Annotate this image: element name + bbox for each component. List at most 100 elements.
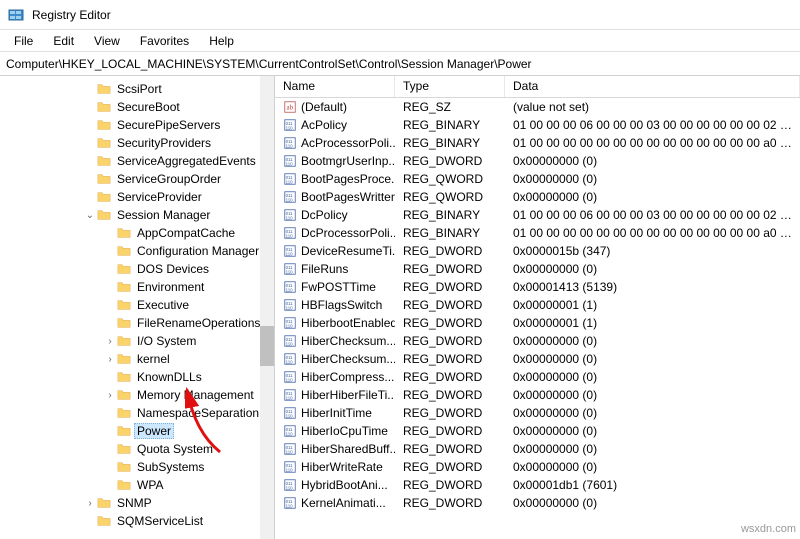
table-row[interactable]: HiberInitTimeREG_DWORD0x00000000 (0) [275,404,800,422]
menu-help[interactable]: Help [199,32,244,50]
tree-item[interactable]: ⌄Session Manager [0,206,274,224]
tree-item[interactable]: ›kernel [0,350,274,368]
table-row[interactable]: HiberIoCpuTimeREG_DWORD0x00000000 (0) [275,422,800,440]
menu-favorites[interactable]: Favorites [130,32,199,50]
table-row[interactable]: KernelAnimati...REG_DWORD0x00000000 (0) [275,494,800,512]
binary-value-icon [283,262,297,276]
window-title: Registry Editor [32,8,111,22]
tree-item-label: Configuration Manager [134,243,262,259]
title-bar: Registry Editor [0,0,800,30]
tree-item[interactable]: ServiceGroupOrder [0,170,274,188]
table-row[interactable]: HiberChecksum...REG_DWORD0x00000000 (0) [275,332,800,350]
binary-value-icon [283,154,297,168]
table-row[interactable]: HiberbootEnabledREG_DWORD0x00000001 (1) [275,314,800,332]
chevron-right-icon[interactable]: › [84,498,96,509]
col-data[interactable]: Data [505,76,800,97]
table-row[interactable]: BootPagesWrittenREG_QWORD0x00000000 (0) [275,188,800,206]
folder-icon [116,424,132,438]
values-pane[interactable]: Name Type Data (Default)REG_SZ(value not… [275,76,800,539]
tree-item[interactable]: ›SNMP [0,494,274,512]
tree-scroll-thumb[interactable] [260,326,274,366]
tree-item[interactable]: SecureBoot [0,98,274,116]
value-name: AcPolicy [301,118,347,132]
value-name: HybridBootAni... [301,478,388,492]
tree-item[interactable]: Configuration Manager [0,242,274,260]
tree-item[interactable]: Power [0,422,274,440]
folder-icon [96,154,112,168]
table-row[interactable]: (Default)REG_SZ(value not set) [275,98,800,116]
tree-item[interactable]: DOS Devices [0,260,274,278]
value-name: HiberIoCpuTime [301,424,388,438]
binary-value-icon [283,388,297,402]
tree-item[interactable]: WPA [0,476,274,494]
table-row[interactable]: HiberHiberFileTi...REG_DWORD0x00000000 (… [275,386,800,404]
chevron-right-icon[interactable]: › [104,336,116,347]
folder-icon [116,388,132,402]
table-row[interactable]: DeviceResumeTi...REG_DWORD0x0000015b (34… [275,242,800,260]
table-row[interactable]: FwPOSTTimeREG_DWORD0x00001413 (5139) [275,278,800,296]
tree-item[interactable]: ScsiPort [0,80,274,98]
chevron-right-icon[interactable]: › [104,390,116,401]
tree-item-label: SQMServiceList [114,513,206,529]
value-data: 0x00001413 (5139) [505,280,800,294]
table-row[interactable]: HiberChecksum...REG_DWORD0x00000000 (0) [275,350,800,368]
table-row[interactable]: AcProcessorPoli...REG_BINARY01 00 00 00 … [275,134,800,152]
tree-item[interactable]: ›I/O System [0,332,274,350]
value-data: 0x00000000 (0) [505,424,800,438]
folder-icon [116,280,132,294]
value-type: REG_DWORD [395,442,505,456]
tree-item[interactable]: SQMServiceList [0,512,274,530]
col-type[interactable]: Type [395,76,505,97]
table-row[interactable]: BootPagesProce...REG_QWORD0x00000000 (0) [275,170,800,188]
value-data: 0x00000001 (1) [505,298,800,312]
tree-item[interactable]: SecurityProviders [0,134,274,152]
table-row[interactable]: HiberWriteRateREG_DWORD0x00000000 (0) [275,458,800,476]
menu-file[interactable]: File [4,32,43,50]
tree-item[interactable]: KnownDLLs [0,368,274,386]
table-row[interactable]: AcPolicyREG_BINARY01 00 00 00 06 00 00 0… [275,116,800,134]
tree-item[interactable]: Environment [0,278,274,296]
binary-value-icon [283,424,297,438]
value-name: HiberCompress... [301,370,394,384]
table-row[interactable]: HiberCompress...REG_DWORD0x00000000 (0) [275,368,800,386]
value-data: 0x00000000 (0) [505,262,800,276]
tree-item-label: ServiceAggregatedEvents [114,153,259,169]
table-row[interactable]: HiberSharedBuff...REG_DWORD0x00000000 (0… [275,440,800,458]
tree-item[interactable]: AppCompatCache [0,224,274,242]
table-row[interactable]: BootmgrUserInp...REG_DWORD0x00000000 (0) [275,152,800,170]
regedit-icon [8,7,24,23]
table-row[interactable]: DcPolicyREG_BINARY01 00 00 00 06 00 00 0… [275,206,800,224]
tree-item[interactable]: FileRenameOperations [0,314,274,332]
table-row[interactable]: HBFlagsSwitchREG_DWORD0x00000001 (1) [275,296,800,314]
tree-item[interactable]: ServiceAggregatedEvents [0,152,274,170]
menu-view[interactable]: View [84,32,130,50]
tree-item[interactable]: Executive [0,296,274,314]
table-row[interactable]: FileRunsREG_DWORD0x00000000 (0) [275,260,800,278]
folder-icon [116,244,132,258]
tree-item[interactable]: Quota System [0,440,274,458]
tree-item-label: ScsiPort [114,81,165,97]
col-name[interactable]: Name [275,76,395,97]
tree-item[interactable]: NamespaceSeparation [0,404,274,422]
tree-item[interactable]: SecurePipeServers [0,116,274,134]
folder-icon [96,100,112,114]
folder-icon [116,370,132,384]
menu-bar: File Edit View Favorites Help [0,30,800,52]
folder-icon [96,172,112,186]
chevron-right-icon[interactable]: › [104,354,116,365]
table-row[interactable]: DcProcessorPoli...REG_BINARY01 00 00 00 … [275,224,800,242]
tree-item[interactable]: › Memory Management [0,386,274,404]
tree-item-label: Memory Management [134,387,257,403]
tree-pane[interactable]: ScsiPortSecureBootSecurePipeServersSecur… [0,76,275,539]
menu-edit[interactable]: Edit [43,32,84,50]
binary-value-icon [283,478,297,492]
tree-item[interactable]: ServiceProvider [0,188,274,206]
value-name: BootPagesProce... [301,172,395,186]
table-row[interactable]: HybridBootAni...REG_DWORD0x00001db1 (760… [275,476,800,494]
binary-value-icon [283,208,297,222]
tree-scrollbar[interactable] [260,76,274,539]
address-bar[interactable]: Computer\HKEY_LOCAL_MACHINE\SYSTEM\Curre… [0,52,800,76]
binary-value-icon [283,496,297,510]
tree-item[interactable]: SubSystems [0,458,274,476]
chevron-down-icon[interactable]: ⌄ [84,210,96,221]
